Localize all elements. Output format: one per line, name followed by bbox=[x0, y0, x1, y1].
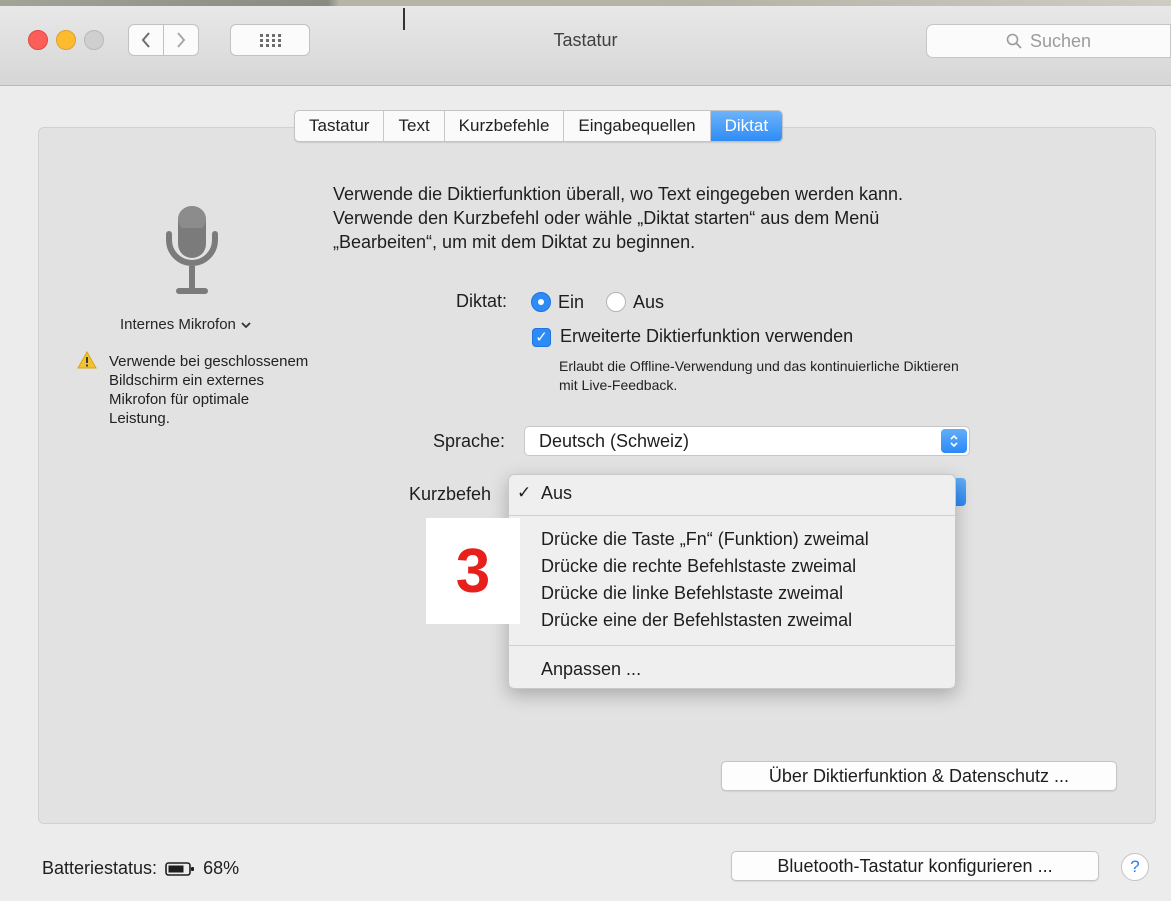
intro-line: „Bearbeiten“, um mit dem Diktat zu begin… bbox=[333, 232, 696, 252]
dictation-off-radio[interactable] bbox=[606, 292, 626, 312]
menu-item-fn-twice[interactable]: Drücke die Taste „Fn“ (Funktion) zweimal bbox=[541, 529, 869, 550]
dictation-on-radio[interactable] bbox=[531, 292, 551, 312]
menu-separator bbox=[509, 515, 955, 516]
menu-item-left-cmd-twice[interactable]: Drücke die linke Befehlstaste zweimal bbox=[541, 583, 843, 604]
tab-eingabequellen[interactable]: Eingabequellen bbox=[564, 111, 711, 141]
warning-line: Leistung. bbox=[109, 410, 170, 427]
dictation-privacy-button[interactable]: Über Diktierfunktion & Datenschutz ... bbox=[721, 761, 1117, 791]
shortcut-label: Kurzbefeh bbox=[409, 484, 492, 504]
shortcut-popup-menu: ✓ Aus Drücke die Taste „Fn“ (Funktion) z… bbox=[508, 474, 956, 689]
dictation-label: Diktat: bbox=[456, 291, 508, 311]
enhanced-dictation-label: Erweiterte Diktierfunktion verwenden bbox=[560, 326, 854, 346]
desktop-strip bbox=[0, 0, 1171, 6]
help-button[interactable]: ? bbox=[1121, 853, 1149, 881]
menu-item-right-cmd-twice[interactable]: Drücke die rechte Befehlstaste zweimal bbox=[541, 556, 856, 577]
search-placeholder: Suchen bbox=[1029, 30, 1092, 51]
battery-label: Batteriestatus: bbox=[42, 858, 158, 878]
menu-item-any-cmd-twice[interactable]: Drücke eine der Befehlstasten zweimal bbox=[541, 610, 852, 631]
updown-arrows-icon bbox=[941, 429, 967, 453]
search-icon bbox=[1006, 33, 1022, 49]
tab-tastatur[interactable]: Tastatur bbox=[295, 111, 385, 141]
language-label: Sprache: bbox=[433, 431, 506, 451]
dictation-on-label: Ein bbox=[558, 292, 585, 312]
chevron-down-icon bbox=[241, 321, 251, 328]
menu-item-customize[interactable]: Anpassen ... bbox=[541, 659, 641, 680]
mic-source-label: Internes Mikrofon bbox=[120, 316, 236, 333]
help-line: mit Live-Feedback. bbox=[559, 377, 678, 393]
intro-line: Verwende den Kurzbefehl oder wähle „Dikt… bbox=[333, 208, 880, 228]
title-bar: Tastatur Suchen bbox=[0, 0, 1171, 86]
menu-separator bbox=[509, 645, 955, 646]
language-select[interactable]: Deutsch (Schweiz) bbox=[524, 426, 970, 456]
tab-kurzbefehle[interactable]: Kurzbefehle bbox=[445, 111, 565, 141]
step-number-badge: 3 bbox=[426, 518, 520, 624]
intro-text: Verwende die Diktierfunktion überall, wo… bbox=[333, 182, 903, 254]
search-input[interactable]: Suchen bbox=[926, 24, 1171, 58]
warning-line: Mikrofon für optimale bbox=[109, 391, 250, 408]
battery-icon bbox=[165, 861, 195, 876]
tab-text[interactable]: Text bbox=[384, 111, 445, 141]
checkmark-icon: ✓ bbox=[517, 483, 532, 502]
intro-line: Verwende die Diktierfunktion überall, wo… bbox=[333, 184, 904, 204]
microphone-icon bbox=[160, 200, 224, 305]
enhanced-dictation-help: Erlaubt die Offline-Verwendung und das k… bbox=[559, 357, 959, 395]
warning-line: Verwende bei geschlossenem bbox=[109, 353, 309, 370]
tab-bar: Tastatur Text Kurzbefehle Eingabequellen… bbox=[294, 110, 784, 142]
battery-status: Batteriestatus: 68% bbox=[42, 858, 239, 879]
help-line: Erlaubt die Offline-Verwendung und das k… bbox=[559, 358, 959, 374]
text-cursor bbox=[403, 8, 405, 30]
enhanced-dictation-checkbox[interactable]: ✓ bbox=[532, 328, 551, 347]
dictation-off-label: Aus bbox=[633, 292, 665, 312]
mic-source-select[interactable]: Internes Mikrofon bbox=[120, 316, 252, 333]
warning-line: Bildschirm ein externes bbox=[109, 372, 265, 389]
menu-item-aus[interactable]: Aus bbox=[541, 483, 572, 504]
battery-value: 68% bbox=[203, 858, 240, 878]
warning-icon bbox=[77, 350, 97, 374]
mic-warning-text: Verwende bei geschlossenem Bildschirm ei… bbox=[109, 352, 308, 428]
tab-diktat[interactable]: Diktat bbox=[710, 111, 783, 141]
language-value: Deutsch (Schweiz) bbox=[539, 430, 690, 451]
bluetooth-keyboard-button[interactable]: Bluetooth-Tastatur konfigurieren ... bbox=[731, 851, 1099, 881]
